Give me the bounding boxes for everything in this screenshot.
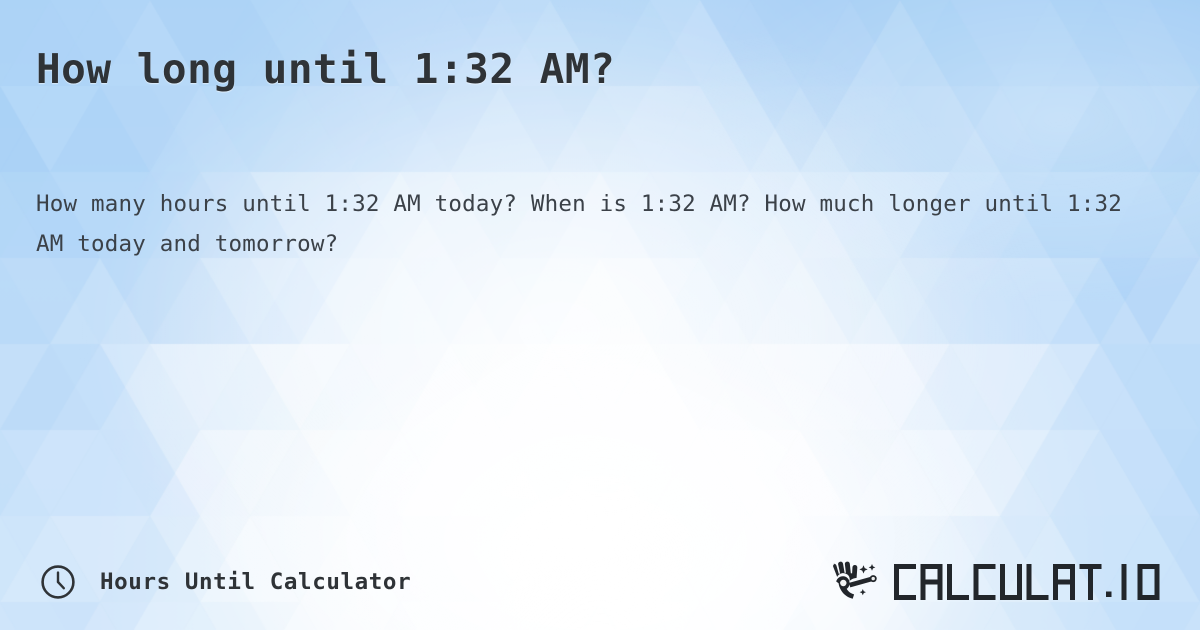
magic-wand-hand-icon <box>833 561 877 599</box>
calculatio-wordmark-glyphs <box>894 564 1160 600</box>
site-logo[interactable]: CALCULAT.IO <box>828 560 1164 604</box>
page-description: How many hours until 1:32 AM today? When… <box>36 191 1122 257</box>
footer: Hours Until Calculator <box>0 534 1200 630</box>
page-title: How long until 1:32 AM? <box>36 45 616 93</box>
footer-brand-label: Hours Until Calculator <box>100 569 412 595</box>
clock-icon <box>41 565 75 599</box>
site-logo-wordmark <box>894 561 1164 603</box>
footer-brand[interactable]: Hours Until Calculator <box>40 564 411 600</box>
page-container: How long until 1:32 AM? How many hours u… <box>0 0 1200 630</box>
